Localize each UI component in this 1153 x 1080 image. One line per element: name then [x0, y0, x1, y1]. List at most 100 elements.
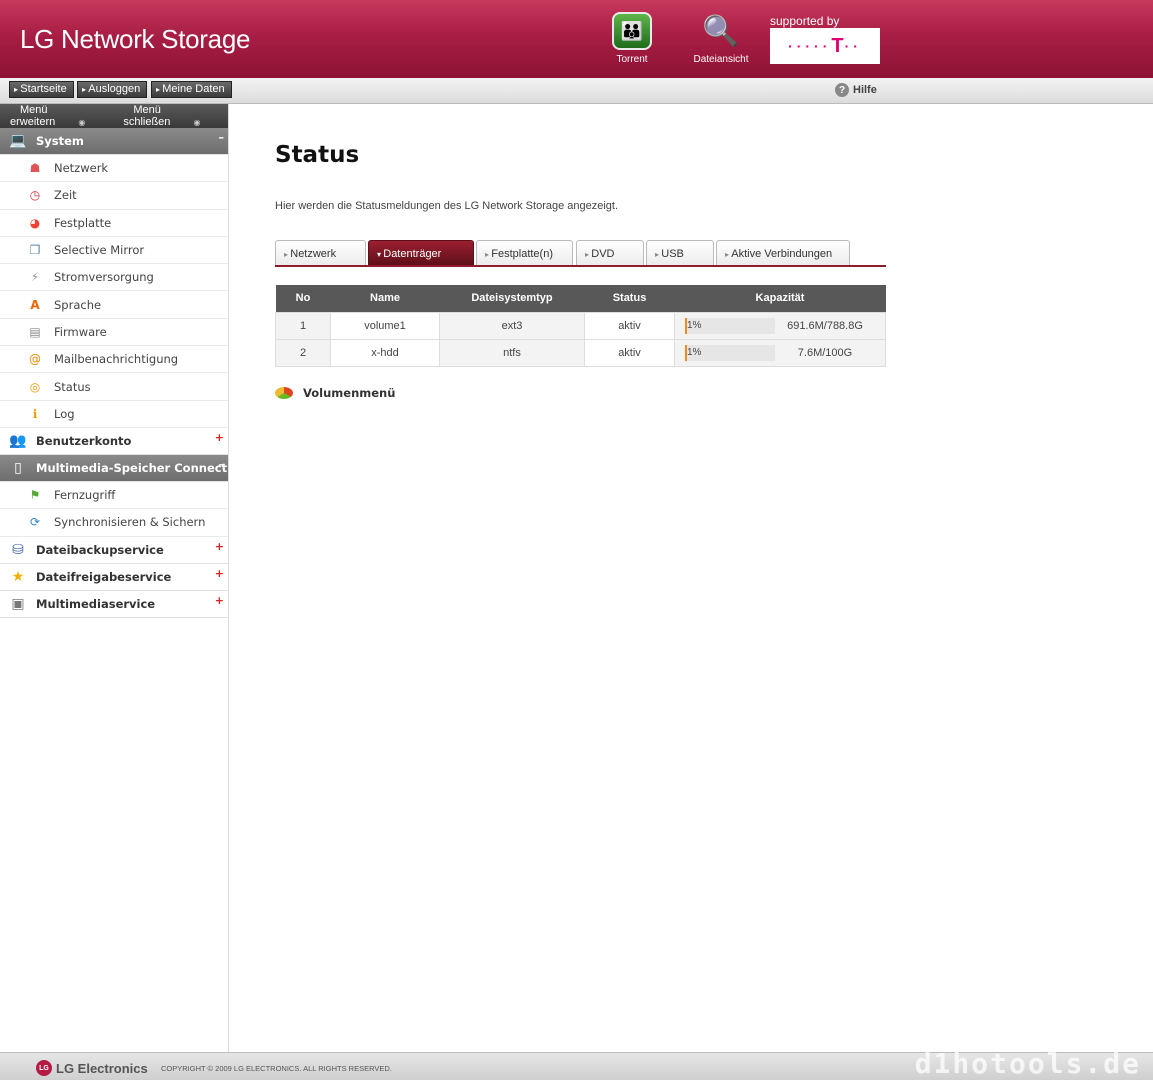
- sidebar-item-festplatte[interactable]: ◕ Festplatte: [0, 210, 228, 237]
- sidebar-item-sprache[interactable]: A Sprache: [0, 291, 228, 319]
- log-icon: ℹ: [32, 406, 38, 421]
- dateiansicht-label: Dateiansicht: [693, 54, 749, 65]
- copyright: COPYRIGHT © 2009 LG ELECTRONICS. ALL RIG…: [161, 1064, 392, 1073]
- sidebar-item-fernzugriff[interactable]: ⚑ Fernzugriff: [0, 482, 228, 510]
- help-icon: ?: [835, 83, 849, 97]
- collapse-icon[interactable]: –: [219, 131, 225, 144]
- sidebar-item-stromversorgung[interactable]: ⚡ Stromversorgung: [0, 264, 228, 292]
- page-title: Status: [275, 142, 360, 168]
- menu-controls: Menü erweitern ◉ Menü schließen ◉: [0, 104, 228, 128]
- usage-bar: 1%: [685, 344, 775, 361]
- tab-netzwerk[interactable]: Netzwerk: [275, 240, 366, 265]
- app-title: LG Network Storage: [20, 24, 251, 54]
- help-link[interactable]: ? Hilfe: [835, 83, 877, 97]
- tab-datentraeger[interactable]: Datenträger: [368, 240, 474, 265]
- expand-icon[interactable]: +: [215, 431, 224, 444]
- col-kapazitaet: Kapazität: [674, 285, 886, 312]
- disk-pie-icon: [275, 387, 293, 399]
- sidebar-item-mailbenachrichtigung[interactable]: @ Mailbenachrichtigung: [0, 346, 228, 374]
- page-description: Hier werden die Statusmeldungen des LG N…: [275, 200, 619, 212]
- users-icon: 👥: [9, 432, 27, 449]
- startseite-button[interactable]: Startseite: [9, 81, 74, 98]
- category-system[interactable]: 💻 System –: [0, 128, 228, 155]
- tab-festplatten[interactable]: Festplatte(n): [476, 240, 573, 265]
- table-header-row: No Name Dateisystemtyp Status Kapazität: [275, 285, 886, 312]
- sidebar-item-status[interactable]: ◎ Status: [0, 373, 228, 401]
- help-label: Hilfe: [853, 84, 877, 96]
- tab-usb[interactable]: USB: [646, 240, 714, 265]
- expand-menu-button[interactable]: Menü erweitern ◉: [0, 104, 113, 128]
- cell-capacity: 1% 691.6M/788.8G: [674, 311, 886, 340]
- dateiansicht-button[interactable]: 🔍 Dateiansicht: [691, 12, 751, 66]
- col-name: Name: [330, 285, 440, 312]
- category-system-label: System: [36, 134, 84, 148]
- mirror-icon: ❐: [29, 243, 41, 258]
- device-icon: ▯: [14, 459, 22, 476]
- language-icon: A: [30, 297, 40, 312]
- cell-fs: ext3: [439, 311, 585, 340]
- star-icon: ★: [11, 568, 25, 585]
- mail-icon: @: [29, 352, 41, 367]
- sidebar: Menü erweitern ◉ Menü schließen ◉ 💻 Syst…: [0, 104, 229, 1052]
- meine-daten-button[interactable]: Meine Daten: [151, 81, 232, 98]
- cell-name: x-hdd: [330, 338, 440, 367]
- lg-face-icon: LG: [36, 1060, 52, 1076]
- top-navigation: Startseite Ausloggen Meine Daten ? Hilfe: [0, 78, 1153, 104]
- cell-status: aktiv: [584, 311, 675, 340]
- cell-no: 2: [275, 338, 331, 367]
- category-dateifreigabeservice[interactable]: ★ Dateifreigabeservice +: [0, 564, 228, 591]
- sync-icon: ⟳: [29, 515, 41, 530]
- category-multimedia-connect[interactable]: ▯ Multimedia-Speicher Connect –: [0, 454, 228, 482]
- expand-icon[interactable]: +: [215, 540, 224, 553]
- clock-icon: ◷: [29, 188, 41, 203]
- tab-aktive-verbindungen[interactable]: Aktive Verbindungen: [716, 240, 850, 265]
- footer: LG LG Electronics COPYRIGHT © 2009 LG EL…: [0, 1047, 1153, 1080]
- sidebar-item-log[interactable]: ℹ Log: [0, 401, 228, 428]
- collapse-icon[interactable]: –: [219, 458, 225, 471]
- file-view-icon: 🔍: [702, 14, 740, 48]
- status-tabs: Netzwerk Datenträger Festplatte(n) DVD U…: [275, 240, 886, 267]
- expand-icon[interactable]: +: [215, 594, 224, 607]
- media-icon: ▣: [11, 595, 25, 612]
- collapse-menu-button[interactable]: Menü schließen ◉: [113, 104, 228, 128]
- volume-menu-label: Volumenmenü: [303, 386, 396, 400]
- disk-pie-icon: ◕: [29, 215, 41, 230]
- capacity-value: 7.6M/100G: [797, 346, 853, 359]
- lg-logo: LG LG Electronics: [36, 1060, 148, 1076]
- category-benutzerkonto[interactable]: 👥 Benutzerkonto +: [0, 428, 228, 455]
- capacity-value: 691.6M/788.8G: [787, 319, 863, 332]
- telekom-logo: ····· T ··: [770, 28, 880, 64]
- computer-icon: 💻: [9, 133, 27, 149]
- sidebar-item-synchronisieren[interactable]: ⟳ Synchronisieren & Sichern: [0, 509, 228, 537]
- remote-icon: ⚑: [29, 488, 41, 503]
- category-multimediaservice[interactable]: ▣ Multimediaservice +: [0, 591, 228, 618]
- expand-icon[interactable]: +: [215, 567, 224, 580]
- network-icon: ☗: [29, 161, 41, 176]
- category-dateibackupservice[interactable]: ⛁ Dateibackupservice +: [0, 537, 228, 564]
- supported-by-label: supported by: [770, 14, 840, 28]
- sidebar-item-netzwerk[interactable]: ☗ Netzwerk: [0, 155, 228, 183]
- sidebar-item-firmware[interactable]: ▤ Firmware: [0, 319, 228, 347]
- col-dateisystemtyp: Dateisystemtyp: [439, 285, 585, 312]
- torrent-icon: 👪: [612, 12, 652, 50]
- table-row[interactable]: 2 x-hdd ntfs aktiv 1% 7.6M/100G: [275, 338, 886, 367]
- cell-status: aktiv: [584, 338, 675, 367]
- cell-fs: ntfs: [439, 338, 585, 367]
- app-header: LG Network Storage 👪 Torrent 🔍 Dateiansi…: [0, 0, 1153, 78]
- sidebar-item-zeit[interactable]: ◷ Zeit: [0, 182, 228, 210]
- sidebar-item-selective-mirror[interactable]: ❐ Selective Mirror: [0, 237, 228, 265]
- cell-capacity: 1% 7.6M/100G: [674, 338, 886, 367]
- col-no: No: [275, 285, 331, 312]
- tab-dvd[interactable]: DVD: [576, 240, 644, 265]
- ausloggen-button[interactable]: Ausloggen: [77, 81, 148, 98]
- volume-menu-link[interactable]: Volumenmenü: [275, 386, 395, 400]
- power-icon: ⚡: [30, 270, 40, 285]
- col-status: Status: [584, 285, 675, 312]
- table-row[interactable]: 1 volume1 ext3 aktiv 1% 691.6M/788.8G: [275, 311, 886, 340]
- torrent-label: Torrent: [616, 54, 648, 65]
- backup-icon: ⛁: [12, 541, 24, 558]
- cell-name: volume1: [330, 311, 440, 340]
- torrent-button[interactable]: 👪 Torrent: [602, 12, 662, 65]
- watermark: d1hotools.de: [914, 1047, 1141, 1080]
- status-icon: ◎: [29, 379, 41, 394]
